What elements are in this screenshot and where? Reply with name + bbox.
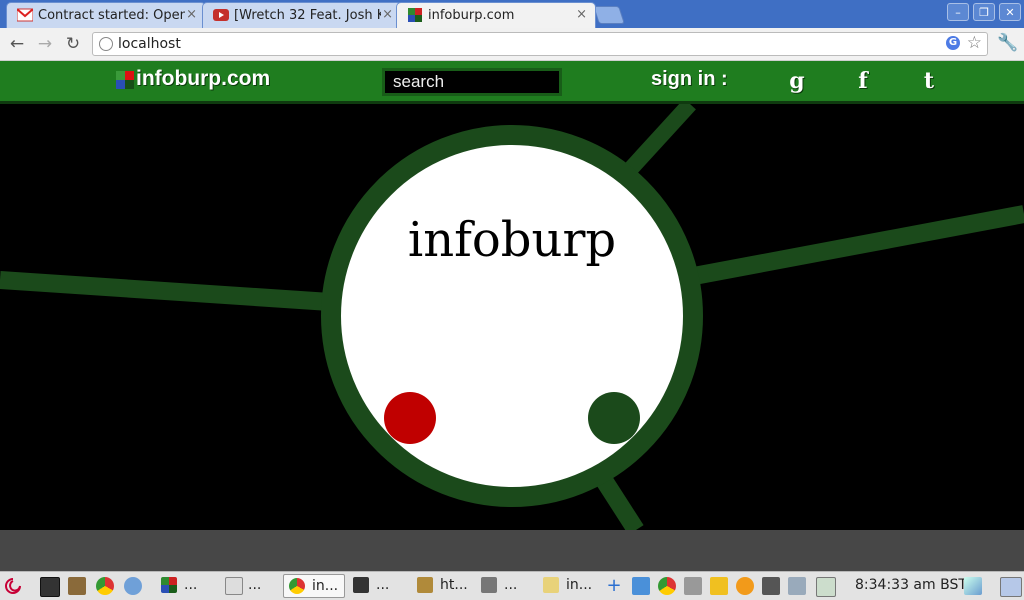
gmail-icon <box>17 8 33 22</box>
infoburp-icon <box>161 577 177 593</box>
green-node-handle[interactable] <box>588 392 640 444</box>
network-tray-icon[interactable] <box>762 577 780 595</box>
task-label: in... <box>312 578 339 594</box>
taskbar-task[interactable]: ... <box>476 574 538 598</box>
terminal-icon <box>353 577 369 593</box>
taskbar-task[interactable]: ... <box>220 574 282 598</box>
page-footer-area <box>0 530 1024 571</box>
os-taskbar: ... ... in... ... ht... ... in... + 8:34… <box>0 571 1024 600</box>
page-globe-icon <box>99 37 113 51</box>
red-node-handle[interactable] <box>384 392 436 444</box>
site-logo-text[interactable]: infoburp.com <box>136 67 270 91</box>
graph-canvas[interactable]: infoburp <box>0 104 1024 530</box>
minimize-icon[interactable]: – <box>947 3 969 21</box>
new-tab-button[interactable] <box>593 6 625 24</box>
task-label: ... <box>248 577 262 593</box>
debian-menu-icon[interactable] <box>4 577 22 595</box>
taskbar-task-active[interactable]: in... <box>283 574 345 598</box>
paint-launcher-icon[interactable] <box>68 577 86 595</box>
browser-tab-strip: Contract started: Open × [Wretch 32 Feat… <box>0 0 1024 28</box>
tab-infoburp[interactable]: infoburp.com × <box>396 2 596 28</box>
display-tray-icon[interactable] <box>816 577 836 597</box>
update-launcher-icon[interactable] <box>124 577 142 595</box>
google-search-icon[interactable]: G <box>946 36 960 50</box>
facebook-signin-icon[interactable]: f <box>852 67 874 95</box>
task-label: ... <box>376 577 390 593</box>
logout-icon[interactable] <box>1000 577 1022 597</box>
graph-edge-right <box>692 205 1024 285</box>
chrome-tray-icon[interactable] <box>658 577 676 595</box>
search-box[interactable] <box>382 68 562 96</box>
address-text: localhost <box>118 36 181 52</box>
dropbox-tray-icon[interactable] <box>632 577 650 595</box>
taskbar-task[interactable]: ... <box>348 574 410 598</box>
graph-edge-left <box>0 271 331 311</box>
back-arrow-icon[interactable]: ← <box>6 33 28 55</box>
infoburp-logo-icon <box>116 71 134 89</box>
terminal-launcher-icon[interactable] <box>40 577 60 597</box>
central-node[interactable] <box>321 125 703 507</box>
text-editor-icon <box>543 577 559 593</box>
graph-svg <box>0 104 1024 530</box>
notes-tray-icon[interactable] <box>710 577 728 595</box>
archive-icon <box>417 577 433 593</box>
tab-close-icon[interactable]: × <box>576 7 587 22</box>
infoburp-icon <box>408 8 422 22</box>
taskbar-task[interactable]: ... <box>156 574 218 598</box>
tab-title: [Wretch 32 Feat. Josh K <box>234 8 381 23</box>
graph-edge-top-right <box>620 104 696 180</box>
tab-title: infoburp.com <box>428 8 515 23</box>
devices-tray-icon[interactable] <box>788 577 806 595</box>
document-icon <box>225 577 243 595</box>
chrome-icon <box>289 578 305 594</box>
task-label: ... <box>184 577 198 593</box>
wrench-menu-icon[interactable]: 🔧 <box>997 32 1019 54</box>
clock[interactable]: 8:34:33 am BST <box>855 577 967 593</box>
taskbar-task[interactable]: in... <box>538 574 600 598</box>
task-label: ht... <box>440 577 468 593</box>
wifi-signal-icon[interactable] <box>964 577 982 595</box>
task-label: ... <box>504 577 518 593</box>
forward-arrow-icon[interactable]: → <box>34 33 56 55</box>
search-input[interactable] <box>385 71 559 93</box>
close-icon[interactable]: ✕ <box>999 3 1021 21</box>
calculator-icon <box>481 577 497 593</box>
restore-icon[interactable]: ❐ <box>973 3 995 21</box>
bookmark-star-icon[interactable]: ☆ <box>967 33 982 53</box>
sign-in-label: sign in : <box>651 68 728 90</box>
chrome-launcher-icon[interactable] <box>96 577 114 595</box>
tab-close-icon[interactable]: × <box>382 7 393 22</box>
address-bar[interactable]: localhost G ☆ <box>92 32 988 56</box>
browser-toolbar: ← → ↻ localhost G ☆ 🔧 <box>0 28 1024 61</box>
weather-tray-icon[interactable] <box>736 577 754 595</box>
site-header: infoburp.com sign in : g f t <box>0 61 1024 104</box>
add-icon[interactable]: + <box>605 577 623 595</box>
taskbar-task[interactable]: ht... <box>412 574 474 598</box>
reload-icon[interactable]: ↻ <box>62 33 84 55</box>
tab-gmail[interactable]: Contract started: Open × <box>6 2 206 28</box>
youtube-icon <box>213 9 229 21</box>
usb-tray-icon[interactable] <box>684 577 702 595</box>
task-label: in... <box>566 577 593 593</box>
tab-youtube[interactable]: [Wretch 32 Feat. Josh K × <box>202 2 402 28</box>
google-signin-icon[interactable]: g <box>786 67 808 95</box>
tab-title: Contract started: Open <box>38 8 185 23</box>
central-node-label: infoburp <box>407 212 617 268</box>
tab-close-icon[interactable]: × <box>186 7 197 22</box>
tumblr-signin-icon[interactable]: t <box>918 67 940 95</box>
